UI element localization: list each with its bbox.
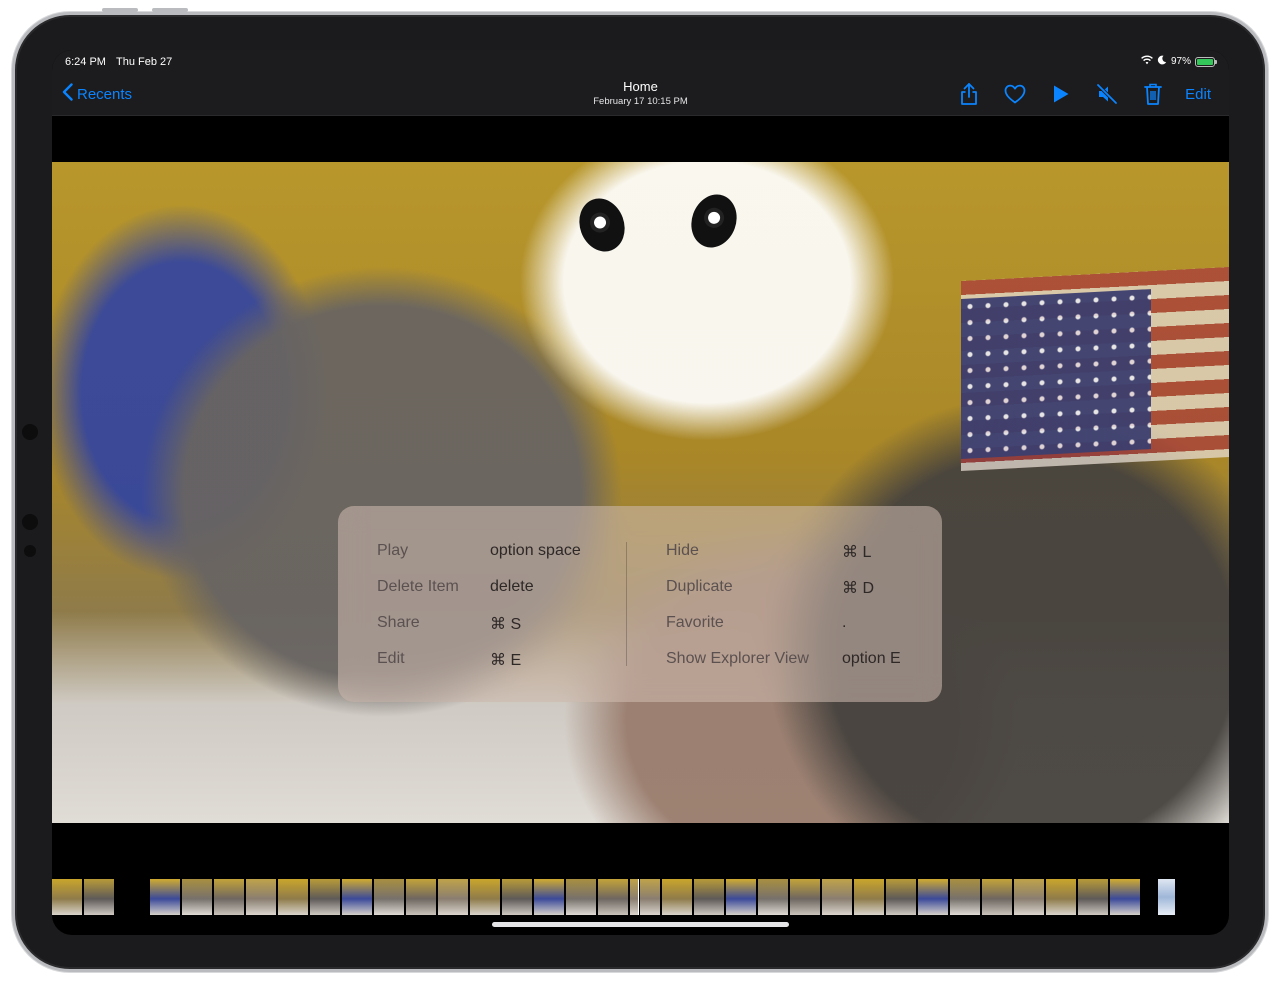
filmstrip-thumbnail[interactable] xyxy=(278,879,309,915)
filmstrip-thumbnail[interactable] xyxy=(214,879,245,915)
flag-canton xyxy=(961,289,1151,460)
keyboard-shortcuts-overlay: Play option space Delete Item delete Sha… xyxy=(338,506,942,702)
filmstrip-thumbnail[interactable] xyxy=(726,879,757,915)
shortcut-command: Edit xyxy=(377,650,405,667)
moon-icon xyxy=(1157,55,1167,68)
wifi-icon xyxy=(1141,55,1153,68)
play-icon[interactable] xyxy=(1049,82,1073,106)
trash-icon[interactable] xyxy=(1141,82,1165,106)
top-button-right xyxy=(152,8,188,12)
shortcut-row: Hide ⌘ L xyxy=(666,542,871,562)
photo-viewer[interactable]: Play option space Delete Item delete Sha… xyxy=(52,162,1229,823)
shortcut-key: ⌘ E xyxy=(490,652,522,669)
shortcut-command: Delete Item xyxy=(377,578,459,595)
shortcut-key: . xyxy=(842,614,847,631)
filmstrip-thumbnail[interactable] xyxy=(662,879,693,915)
side-sensor xyxy=(22,424,38,440)
shortcut-command: Favorite xyxy=(666,614,724,631)
share-icon[interactable] xyxy=(957,82,981,106)
filmstrip-thumbnail[interactable] xyxy=(246,879,277,915)
filmstrip-thumbnail[interactable] xyxy=(534,879,565,915)
filmstrip-thumbnail[interactable] xyxy=(1158,879,1176,915)
shortcut-command: Hide xyxy=(666,542,699,559)
battery-level-fill xyxy=(1197,58,1213,65)
shortcut-key: ⌘ D xyxy=(842,580,874,597)
shortcut-row: Play option space xyxy=(377,542,581,560)
filmstrip-thumbnail[interactable] xyxy=(694,879,725,915)
top-button-left xyxy=(102,8,138,12)
shortcut-key: ⌘ L xyxy=(842,544,872,561)
nav-actions: Edit xyxy=(957,82,1211,106)
filmstrip-thumbnail[interactable] xyxy=(150,879,181,915)
thumbnail-filmstrip[interactable] xyxy=(52,876,1229,916)
filmstrip-thumbnail[interactable] xyxy=(1014,879,1045,915)
filmstrip-current-marker xyxy=(638,879,640,915)
shortcut-command: Duplicate xyxy=(666,578,733,595)
shortcut-command: Play xyxy=(377,542,409,559)
edit-button[interactable]: Edit xyxy=(1185,86,1211,103)
filmstrip-thumbnail[interactable] xyxy=(1046,879,1077,915)
filmstrip-thumbnail[interactable] xyxy=(406,879,437,915)
shortcut-key: option E xyxy=(842,650,901,667)
filmstrip-thumbnail[interactable] xyxy=(502,879,533,915)
filmstrip-thumbnail[interactable] xyxy=(758,879,789,915)
side-sensor xyxy=(24,545,36,557)
filmstrip-thumbnail[interactable] xyxy=(950,879,981,915)
navigation-bar: Recents Home February 17 10:15 PM Edit xyxy=(52,74,1229,116)
battery-percent: 97% xyxy=(1170,56,1191,67)
filmstrip-thumbnail[interactable] xyxy=(1078,879,1109,915)
shortcut-row: Show Explorer View option E xyxy=(666,650,901,668)
filmstrip-thumbnail[interactable] xyxy=(1110,879,1141,915)
side-sensor xyxy=(22,514,38,530)
filmstrip-thumbnail[interactable] xyxy=(342,879,373,915)
filmstrip-thumbnail[interactable] xyxy=(790,879,821,915)
home-indicator[interactable] xyxy=(492,922,789,927)
filmstrip-thumbnail[interactable] xyxy=(374,879,405,915)
shortcut-row: Edit ⌘ E xyxy=(377,650,521,670)
heart-icon[interactable] xyxy=(1003,82,1027,106)
filmstrip-thumbnail[interactable] xyxy=(598,879,629,915)
shortcut-key: delete xyxy=(490,578,534,595)
shortcut-key: ⌘ S xyxy=(490,616,522,633)
flag-box-image-region xyxy=(961,266,1229,472)
filmstrip-thumbnail[interactable] xyxy=(52,879,83,915)
filmstrip-thumbnail[interactable] xyxy=(982,879,1013,915)
filmstrip-thumbnail[interactable] xyxy=(918,879,949,915)
filmstrip-thumbnail[interactable] xyxy=(182,879,213,915)
filmstrip-thumbnail[interactable] xyxy=(886,879,917,915)
shortcut-command: Share xyxy=(377,614,420,631)
screen: 6:24 PM Thu Feb 27 97% Recents Home Febr… xyxy=(52,50,1229,935)
shortcut-row: Favorite . xyxy=(666,614,846,632)
filmstrip-thumbnail[interactable] xyxy=(470,879,501,915)
filmstrip-thumbnail[interactable] xyxy=(438,879,469,915)
shortcut-command: Show Explorer View xyxy=(666,650,809,667)
filmstrip-thumbnail[interactable] xyxy=(854,879,885,915)
shortcut-row: Duplicate ⌘ D xyxy=(666,578,874,598)
panda-eye-right xyxy=(684,188,744,254)
filmstrip-thumbnail[interactable] xyxy=(566,879,597,915)
panda-eye-left xyxy=(572,192,632,258)
status-indicators: 97% xyxy=(1141,55,1217,68)
filmstrip-thumbnail[interactable] xyxy=(630,879,661,915)
shortcuts-divider xyxy=(626,542,627,666)
status-date: Thu Feb 27 xyxy=(116,56,173,68)
speaker-muted-icon[interactable] xyxy=(1095,82,1119,106)
filmstrip-thumbnail[interactable] xyxy=(310,879,341,915)
status-bar: 6:24 PM Thu Feb 27 97% xyxy=(52,50,1229,74)
filmstrip-thumbnail[interactable] xyxy=(84,879,115,915)
shortcut-row: Delete Item delete xyxy=(377,578,534,596)
filmstrip-thumbnail[interactable] xyxy=(822,879,853,915)
shortcut-row: Share ⌘ S xyxy=(377,614,521,634)
shortcut-key: option space xyxy=(490,542,581,559)
battery-icon xyxy=(1195,56,1217,67)
status-time: 6:24 PM xyxy=(65,56,106,68)
